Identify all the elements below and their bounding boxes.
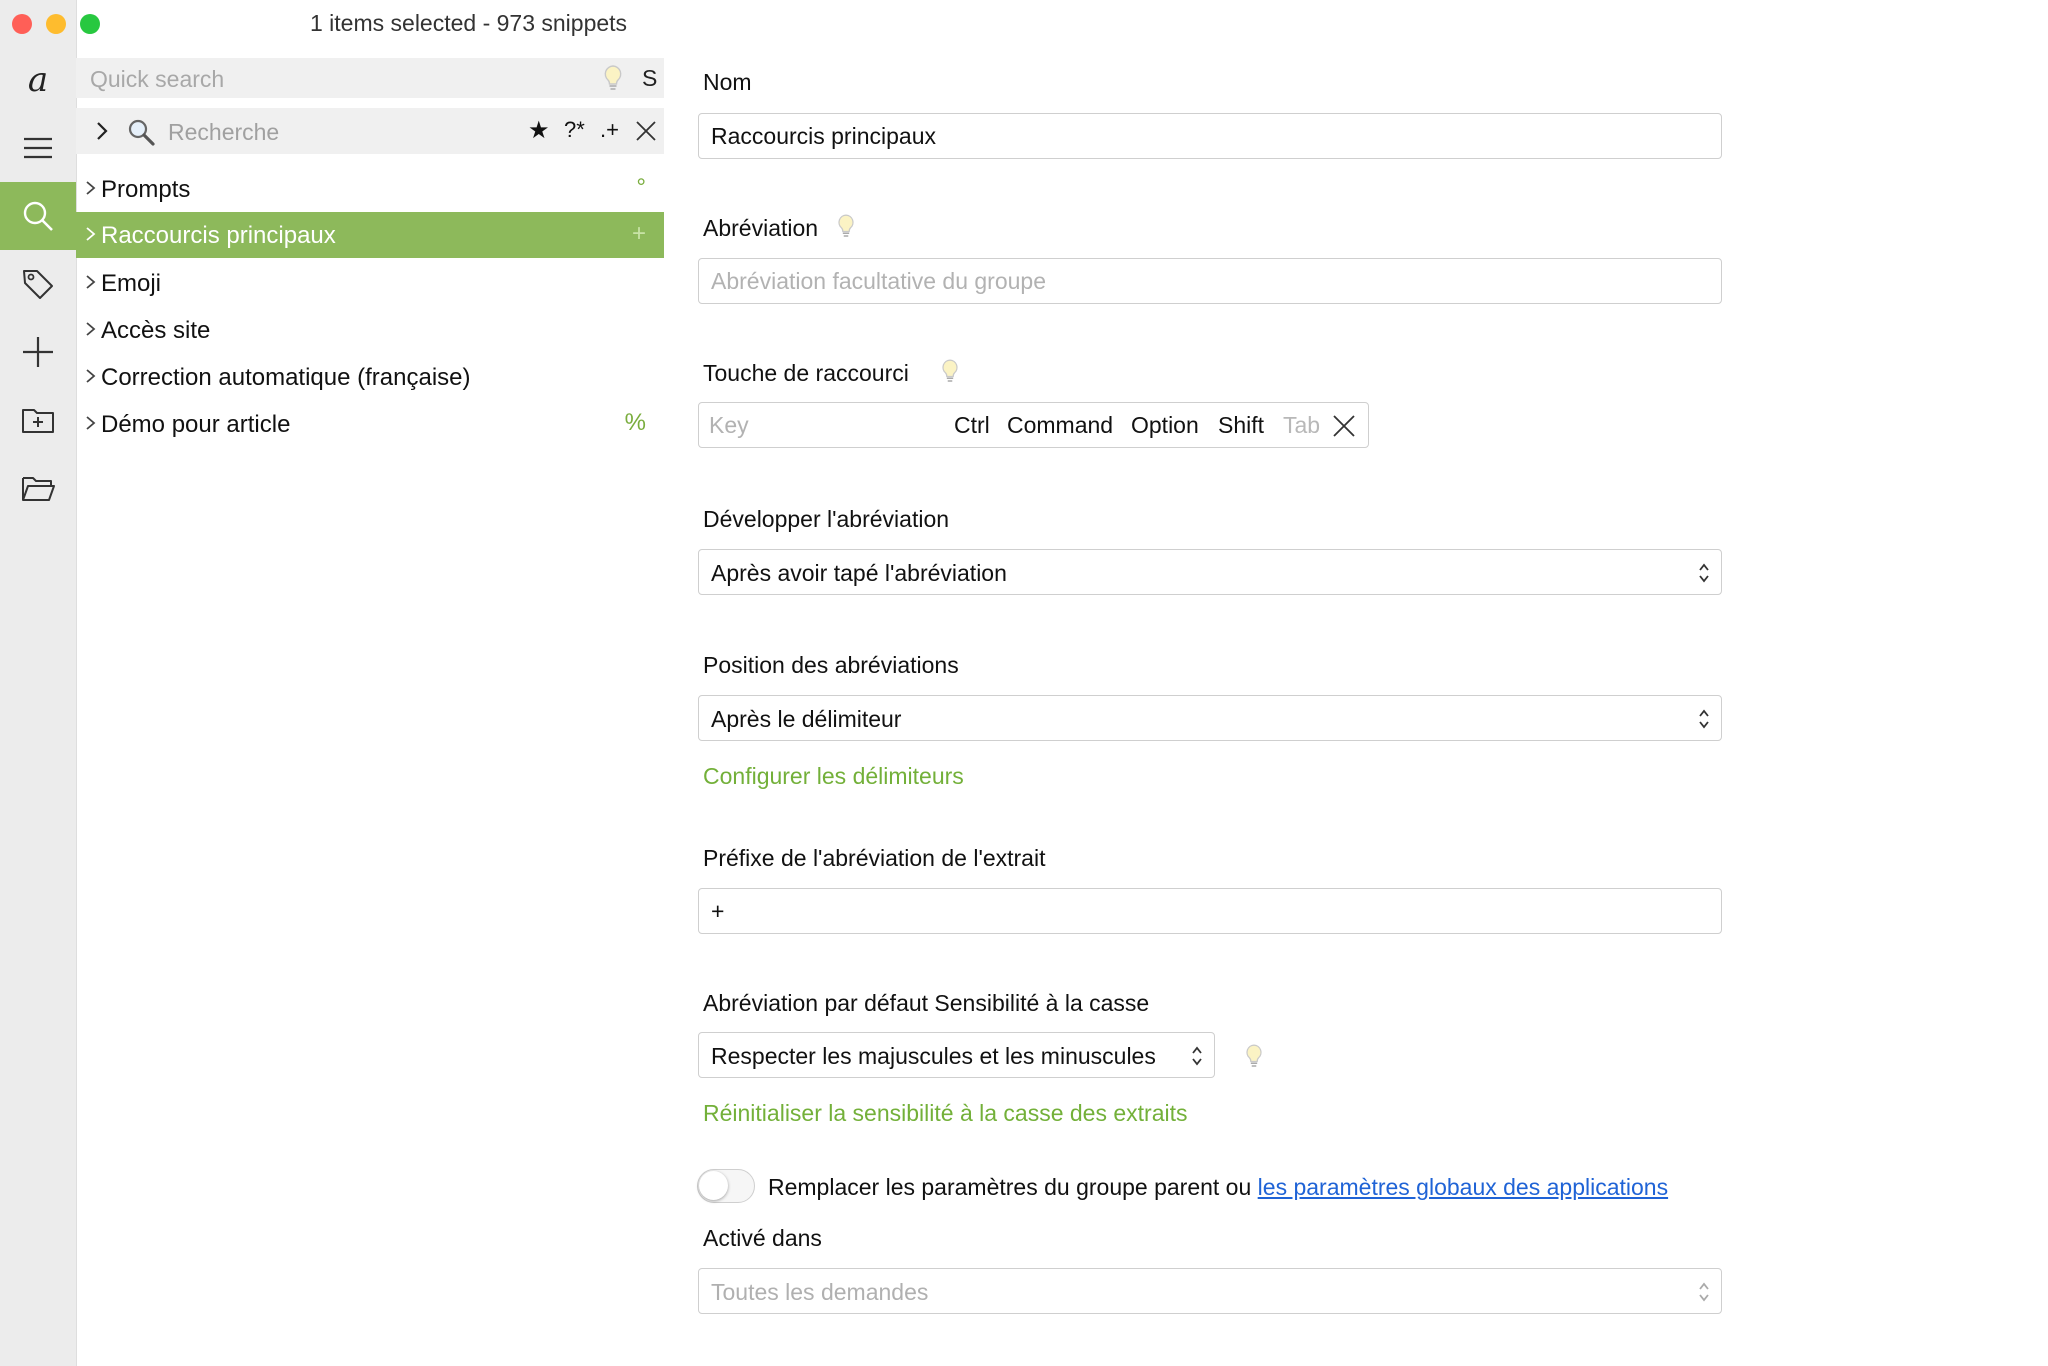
- tag-icon[interactable]: [0, 250, 76, 318]
- case-sensitivity-value: Respecter les majuscules et les minuscul…: [711, 1043, 1156, 1069]
- position-select[interactable]: Après le délimiteur: [698, 695, 1722, 741]
- chevron-right-icon[interactable]: [84, 319, 98, 339]
- group-item[interactable]: Correction automatique (française): [76, 354, 664, 400]
- name-field[interactable]: [698, 113, 1722, 159]
- quick-search-input[interactable]: [88, 58, 572, 100]
- position-select-value: Après le délimiteur: [711, 706, 902, 732]
- global-app-settings-link[interactable]: les paramètres globaux des applications: [1258, 1174, 1668, 1200]
- group-label: Correction automatique (française): [101, 364, 471, 391]
- enabled-in-select[interactable]: Toutes les demandes: [698, 1268, 1722, 1314]
- chevron-right-icon[interactable]: [84, 366, 98, 386]
- group-badge: °: [636, 174, 646, 201]
- magnifier-icon: [128, 119, 155, 146]
- modifier-command[interactable]: Command: [1007, 412, 1113, 439]
- expand-label: Développer l'abréviation: [703, 506, 950, 532]
- modifier-ctrl[interactable]: Ctrl: [954, 412, 990, 439]
- wildcard-toggle-button[interactable]: ?*: [564, 117, 585, 143]
- updown-arrows-icon: [1192, 1046, 1202, 1066]
- favorites-filter-button[interactable]: ★: [528, 116, 550, 145]
- override-parent-text: Remplacer les paramètres du groupe paren…: [768, 1174, 1668, 1201]
- lightbulb-icon[interactable]: [602, 64, 624, 92]
- abbreviation-field[interactable]: [698, 258, 1722, 304]
- configure-delimiters-link[interactable]: Configurer les délimiteurs: [703, 763, 964, 790]
- search-bar: ★ ?* .+: [76, 108, 664, 154]
- lightbulb-icon[interactable]: [940, 357, 960, 385]
- menu-icon[interactable]: [0, 114, 76, 182]
- position-label: Position des abréviations: [703, 652, 959, 678]
- case-sensitivity-label: Abréviation par défaut Sensibilité à la …: [703, 990, 1150, 1016]
- expand-select[interactable]: Après avoir tapé l'abréviation: [698, 549, 1722, 595]
- group-item[interactable]: Emoji: [76, 260, 664, 306]
- name-label: Nom: [703, 69, 752, 95]
- close-icon[interactable]: [634, 119, 658, 143]
- updown-arrows-icon: [1699, 1282, 1709, 1302]
- group-item[interactable]: Accès site: [76, 307, 664, 353]
- prefix-label: Préfixe de l'abréviation de l'extrait: [703, 845, 1046, 871]
- toggle-knob: [699, 1171, 728, 1200]
- group-label: Raccourcis principaux: [101, 222, 336, 249]
- enabled-in-value: Toutes les demandes: [711, 1279, 929, 1305]
- prefix-field[interactable]: [698, 888, 1722, 934]
- group-item-selected[interactable]: Raccourcis principaux +: [76, 212, 664, 258]
- chevron-right-icon[interactable]: [84, 413, 98, 433]
- chevron-right-icon[interactable]: [84, 272, 98, 292]
- quick-search-bar: S: [76, 58, 664, 100]
- open-folder-icon[interactable]: [0, 454, 76, 522]
- group-item[interactable]: Démo pour article %: [76, 401, 664, 447]
- expand-select-value: Après avoir tapé l'abréviation: [711, 560, 1007, 586]
- lightbulb-icon[interactable]: [836, 212, 856, 240]
- group-label: Accès site: [101, 317, 211, 344]
- logo-icon[interactable]: a: [0, 46, 76, 114]
- minimize-window-button[interactable]: [46, 14, 66, 34]
- lightbulb-icon[interactable]: [1244, 1042, 1264, 1070]
- zoom-window-button[interactable]: [80, 14, 100, 34]
- window-title: 1 items selected - 973 snippets: [310, 10, 628, 36]
- abbreviation-label: Abréviation: [703, 215, 819, 241]
- plus-icon[interactable]: [0, 318, 76, 386]
- reset-case-sensitivity-link[interactable]: Réinitialiser la sensibilité à la casse …: [703, 1100, 1188, 1127]
- chevron-right-icon[interactable]: [84, 178, 98, 198]
- modifier-tab[interactable]: Tab: [1283, 412, 1320, 439]
- hotkey-field[interactable]: Key Ctrl Command Option Shift Tab: [698, 402, 1369, 448]
- updown-arrows-icon: [1699, 563, 1709, 583]
- modifier-option[interactable]: Option: [1131, 412, 1199, 439]
- new-folder-icon[interactable]: [0, 386, 76, 454]
- hotkey-label: Touche de raccourci: [703, 360, 909, 386]
- quick-search-shortcut[interactable]: S: [642, 65, 657, 92]
- sidebar-rail: a: [0, 0, 100, 1366]
- regex-toggle-button[interactable]: .+: [600, 117, 619, 143]
- group-badge: +: [631, 220, 646, 247]
- case-sensitivity-select[interactable]: Respecter les majuscules et les minuscul…: [698, 1032, 1215, 1078]
- override-parent-toggle[interactable]: [697, 1169, 755, 1203]
- modifier-shift[interactable]: Shift: [1218, 412, 1264, 439]
- hotkey-key-placeholder[interactable]: Key: [709, 412, 749, 439]
- group-item[interactable]: Prompts °: [76, 166, 664, 212]
- close-window-button[interactable]: [12, 14, 32, 34]
- updown-arrows-icon: [1699, 709, 1709, 729]
- chevron-right-icon[interactable]: [84, 224, 98, 244]
- search-input[interactable]: [166, 111, 470, 153]
- group-label: Démo pour article: [101, 411, 291, 438]
- chevron-right-icon[interactable]: [90, 119, 114, 143]
- enabled-in-label: Activé dans: [703, 1225, 822, 1251]
- close-icon[interactable]: [1331, 413, 1357, 439]
- search-icon[interactable]: [0, 182, 76, 250]
- group-label: Emoji: [101, 270, 162, 297]
- override-parent-label: Remplacer les paramètres du groupe paren…: [768, 1174, 1258, 1200]
- group-badge: %: [624, 409, 646, 436]
- group-label: Prompts: [101, 176, 191, 203]
